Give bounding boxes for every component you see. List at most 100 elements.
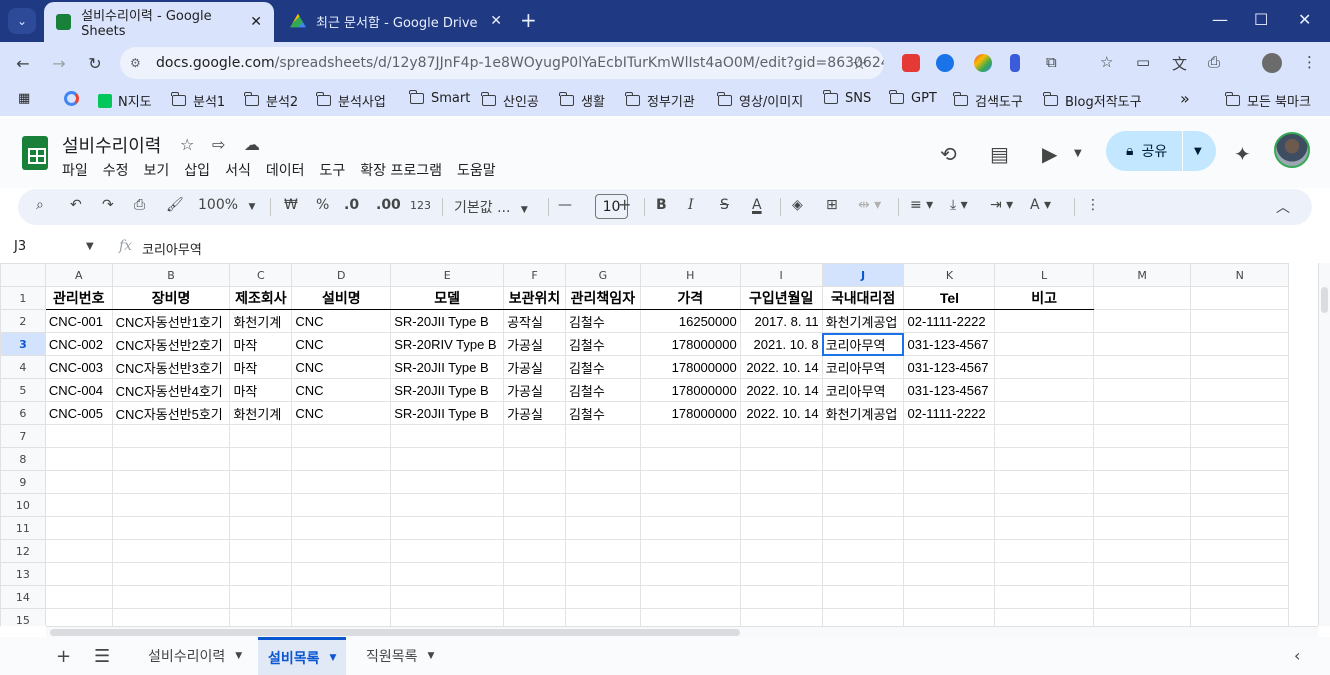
back-icon[interactable]: ← [12,52,34,74]
cell-C9[interactable] [229,470,293,494]
cell-N6[interactable] [1190,401,1289,425]
column-header[interactable]: I [739,263,823,287]
cell-G8[interactable] [564,447,641,471]
cell-F6[interactable]: 가공실 [503,401,566,425]
row-header[interactable]: 11 [0,516,46,540]
cell-K5[interactable]: 031-123-4567 [903,378,996,402]
cell-E2[interactable]: SR-20JII Type B [390,309,505,333]
row-header[interactable]: 8 [0,447,46,471]
more-vert-icon[interactable]: ⋮ [1302,53,1317,71]
column-header[interactable]: N [1190,263,1289,287]
cell-M2[interactable] [1092,309,1192,333]
cell-M14[interactable] [1092,585,1192,609]
sheet-tab[interactable]: 직원목록 ▼ [356,637,444,675]
close-window-icon[interactable]: ✕ [1298,10,1311,29]
horizontal-scrollbar[interactable] [46,626,1318,637]
cell-E9[interactable] [390,470,505,494]
cell-K14[interactable] [903,585,996,609]
cell-K3[interactable]: 031-123-4567 [903,332,996,356]
vertical-scrollbar[interactable] [1318,263,1330,626]
cell-J1[interactable]: 국내대리점 [821,286,905,310]
redo-icon[interactable]: ↷ [102,197,114,213]
print-icon[interactable]: ⎙ [134,197,145,213]
cell-B14[interactable] [111,585,231,609]
cell-I2[interactable]: 2017. 8. 11 [739,309,823,333]
menu-tools[interactable]: 도구 [319,160,345,180]
menu-edit[interactable]: 수정 [103,160,129,180]
cell-C2[interactable]: 화천기계 [229,309,293,333]
cell-M6[interactable] [1092,401,1192,425]
cell-E7[interactable] [390,424,505,448]
cell-N2[interactable] [1190,309,1289,333]
cell-M15[interactable] [1092,608,1192,626]
cell-K4[interactable]: 031-123-4567 [903,355,996,379]
cell-E8[interactable] [390,447,505,471]
row-header[interactable]: 3 [0,332,46,356]
cell-F13[interactable] [503,562,566,586]
extension-u-icon[interactable] [936,54,954,72]
cell-F4[interactable]: 가공실 [503,355,566,379]
cell-I11[interactable] [739,516,823,540]
cell-I1[interactable]: 구입년월일 [739,286,823,310]
cell-L12[interactable] [994,539,1094,563]
cell-J5[interactable]: 코리아무역 [821,378,905,402]
cell-L7[interactable] [994,424,1094,448]
cell-F9[interactable] [503,470,566,494]
cell-C13[interactable] [229,562,293,586]
text-color-button[interactable]: A [752,197,762,213]
cell-J11[interactable] [821,516,905,540]
column-header[interactable]: D [291,263,392,287]
cell-G1[interactable]: 관리책임자 [564,286,641,310]
bookmark-folder[interactable]: 검색도구 [953,91,1023,110]
document-title[interactable]: 설비수리이력 [62,132,161,158]
cloud-status-icon[interactable]: ☁ [244,135,260,154]
address-bar[interactable]: docs.google.com/spreadsheets/d/12y87JJnF… [120,47,884,79]
extension-color-icon[interactable] [974,54,992,72]
menu-file[interactable]: 파일 [62,160,88,180]
cell-B15[interactable] [111,608,231,626]
cell-M4[interactable] [1092,355,1192,379]
cell-F7[interactable] [503,424,566,448]
cell-E6[interactable]: SR-20JII Type B [390,401,505,425]
row-header[interactable]: 7 [0,424,46,448]
text-rotation-icon[interactable]: A ▾ [1030,197,1051,213]
column-header[interactable]: J [821,263,905,287]
cell-D10[interactable] [291,493,392,517]
cell-A3[interactable]: CNC-002 [44,332,113,356]
cell-D11[interactable] [291,516,392,540]
cell-B4[interactable]: CNC자동선반3호기 [111,355,231,379]
cell-M9[interactable] [1092,470,1192,494]
cell-C8[interactable] [229,447,293,471]
cell-I9[interactable] [739,470,823,494]
close-tab-icon[interactable]: ✕ [490,13,502,29]
cell-B5[interactable]: CNC자동선반4호기 [111,378,231,402]
cell-G10[interactable] [564,493,641,517]
cell-A10[interactable] [44,493,113,517]
cell-G5[interactable]: 김철수 [564,378,641,402]
cell-B1[interactable]: 장비명 [111,286,231,310]
all-bookmarks-folder[interactable]: 모든 북마크 [1225,91,1311,110]
cell-G6[interactable]: 김철수 [564,401,641,425]
cell-H10[interactable] [639,493,741,517]
extension-blue-icon[interactable] [1010,54,1020,72]
vertical-align-icon[interactable]: ⤓ ▾ [950,197,968,213]
cell-G11[interactable] [564,516,641,540]
cell-H13[interactable] [639,562,741,586]
cell-M8[interactable] [1092,447,1192,471]
cell-E12[interactable] [390,539,505,563]
move-folder-icon[interactable]: ⇨ [212,135,225,154]
bookmark-folder[interactable]: 분석2 [244,91,298,110]
cell-B7[interactable] [111,424,231,448]
cell-J8[interactable] [821,447,905,471]
cell-K13[interactable] [903,562,996,586]
cell-I6[interactable]: 2022. 10. 14 [739,401,823,425]
cell-B13[interactable] [111,562,231,586]
bookmark-folder[interactable]: Blog저작도구 [1043,91,1142,110]
star-icon[interactable]: ☆ [180,135,194,154]
sheet-tab-dropdown-icon[interactable]: ▼ [428,651,435,661]
tab-search-button[interactable]: ⌄ [8,8,36,34]
cell-G14[interactable] [564,585,641,609]
cell-D6[interactable]: CNC [291,401,392,425]
cell-F5[interactable]: 가공실 [503,378,566,402]
cell-M12[interactable] [1092,539,1192,563]
